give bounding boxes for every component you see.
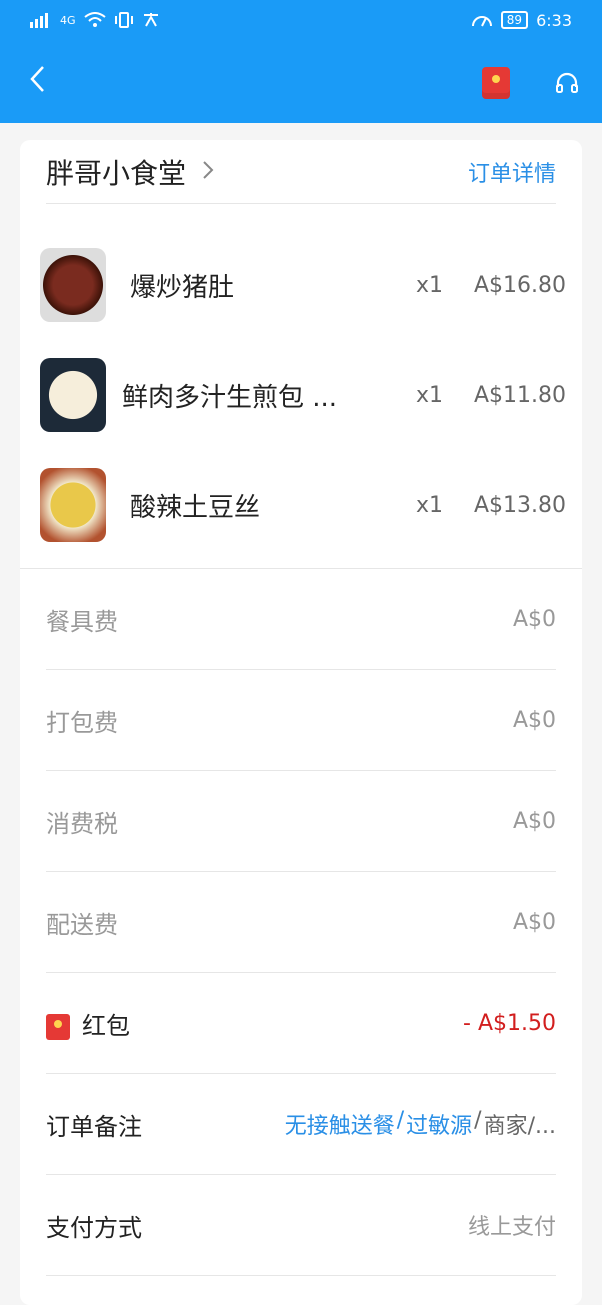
fee-label: 餐具费 bbox=[46, 607, 118, 636]
dish-quantity: x1 bbox=[416, 492, 444, 518]
dish-image bbox=[40, 468, 106, 542]
remark-allergen: 过敏源 bbox=[406, 1114, 473, 1139]
fee-value: A$0 bbox=[512, 909, 556, 935]
fee-label: 打包费 bbox=[46, 708, 118, 737]
fee-value: A$0 bbox=[512, 707, 556, 733]
status-bar: 4G 89 6:33 bbox=[0, 0, 602, 40]
fee-label: 配送费 bbox=[46, 910, 118, 939]
payment-value: 线上支付 bbox=[467, 1215, 556, 1240]
redpacket-label-wrap: 红包 bbox=[46, 1006, 130, 1041]
vibrate-icon bbox=[114, 12, 134, 28]
fee-value: A$0 bbox=[512, 808, 556, 834]
payment-row: 支付方式 线上支付 bbox=[46, 1175, 556, 1276]
redpacket-discount: - A$1.50 bbox=[463, 1010, 556, 1036]
battery-indicator: 89 bbox=[500, 11, 529, 29]
redpacket-label: 红包 bbox=[82, 1011, 130, 1040]
order-item: 酸辣土豆丝 x1 A$13.80 bbox=[20, 450, 582, 560]
order-item: 鲜肉多汁生煎包 ... x1 A$11.80 bbox=[20, 340, 582, 450]
headset-icon bbox=[556, 72, 578, 93]
remarks-row[interactable]: 订单备注 无接触送餐 / 过敏源 / 商家/... bbox=[46, 1074, 556, 1175]
order-detail-link[interactable]: 订单详情 bbox=[468, 156, 556, 188]
redpacket-row: 红包 - A$1.50 bbox=[46, 973, 556, 1074]
order-card: 胖哥小食堂 订单详情 爆炒猪肚 x1 A$16.80 鲜肉多汁生煎包 ... x… bbox=[20, 140, 582, 1305]
chevron-right-icon bbox=[202, 158, 214, 186]
dish-quantity: x1 bbox=[416, 272, 444, 298]
signal-icon bbox=[30, 12, 52, 28]
dish-price: A$13.80 bbox=[474, 492, 567, 518]
remarks-value: 无接触送餐 / 过敏源 / 商家/... bbox=[285, 1108, 556, 1140]
fee-row-delivery: 配送费 A$0 bbox=[46, 872, 556, 973]
dish-image bbox=[40, 248, 106, 322]
fees-list: 餐具费 A$0 打包费 A$0 消费税 A$0 配送费 A$0 红包 - A$1… bbox=[46, 569, 556, 1276]
dish-price: A$11.80 bbox=[474, 382, 567, 408]
status-left: 4G bbox=[30, 12, 160, 28]
network-type: 4G bbox=[60, 13, 76, 27]
order-item: 爆炒猪肚 x1 A$16.80 bbox=[20, 230, 582, 340]
status-right: 89 6:33 bbox=[471, 11, 572, 30]
dish-quantity: x1 bbox=[416, 382, 444, 408]
fee-row-packing: 打包费 A$0 bbox=[46, 670, 556, 771]
wifi-icon bbox=[83, 12, 106, 28]
remark-merchant: 商家/... bbox=[483, 1114, 556, 1139]
store-link[interactable]: 胖哥小食堂 bbox=[46, 152, 214, 192]
fee-value: A$0 bbox=[512, 606, 556, 632]
red-packet-icon bbox=[46, 1013, 70, 1040]
translate-icon bbox=[142, 12, 160, 28]
fee-row-tableware: 餐具费 A$0 bbox=[46, 569, 556, 670]
store-header: 胖哥小食堂 订单详情 bbox=[46, 140, 556, 204]
remark-sep: / bbox=[474, 1108, 482, 1133]
nav-bar bbox=[0, 40, 602, 123]
remark-sep: / bbox=[396, 1108, 405, 1133]
fee-row-tax: 消费税 A$0 bbox=[46, 771, 556, 872]
store-name: 胖哥小食堂 bbox=[46, 156, 187, 190]
remarks-label: 订单备注 bbox=[46, 1112, 142, 1141]
dish-name: 酸辣土豆丝 bbox=[130, 492, 261, 523]
order-items: 爆炒猪肚 x1 A$16.80 鲜肉多汁生煎包 ... x1 A$11.80 酸… bbox=[20, 230, 582, 560]
payment-label: 支付方式 bbox=[46, 1213, 142, 1242]
clock: 6:33 bbox=[536, 10, 572, 30]
dish-name: 爆炒猪肚 bbox=[130, 272, 235, 303]
speedometer-icon bbox=[471, 12, 493, 28]
dish-image bbox=[40, 358, 106, 432]
red-packet-button[interactable] bbox=[482, 67, 510, 99]
back-button[interactable] bbox=[20, 62, 54, 96]
chevron-left-icon bbox=[30, 66, 44, 92]
customer-service-button[interactable] bbox=[553, 68, 581, 98]
dish-price: A$16.80 bbox=[474, 272, 567, 298]
remark-contactless: 无接触送餐 bbox=[284, 1114, 395, 1139]
dish-name: 鲜肉多汁生煎包 ... bbox=[122, 382, 338, 413]
fee-label: 消费税 bbox=[46, 809, 118, 838]
